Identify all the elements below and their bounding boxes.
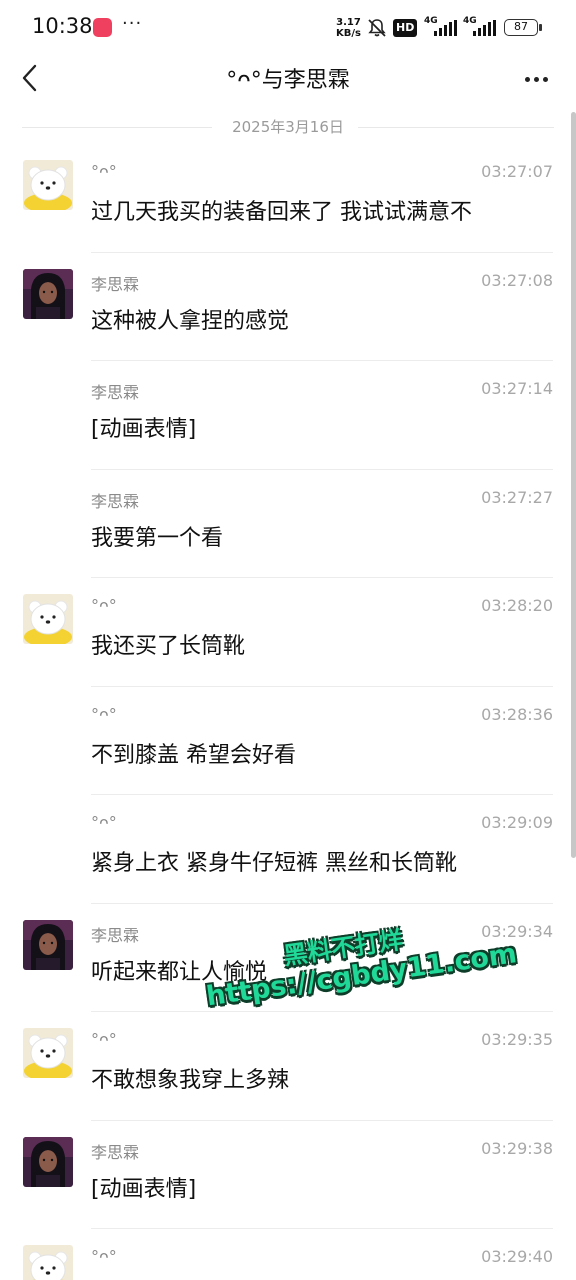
sender-name: 李思霖 <box>91 383 140 402</box>
message-row[interactable]: 李思霖 03:27:08 这种被人拿捏的感觉 <box>0 253 576 361</box>
message-text[interactable]: 听起来都让人愉悦 <box>91 954 267 986</box>
avatar[interactable] <box>23 160 73 210</box>
sender-name: 李思霖 <box>91 491 140 511</box>
sender-name: °ᴖ° <box>91 813 117 832</box>
message-row[interactable]: 李思霖 03:29:34 听起来都让人愉悦 <box>0 904 576 1012</box>
signal-icon: 4G <box>424 16 462 38</box>
avatar[interactable] <box>23 919 73 970</box>
message-row[interactable]: °ᴖ° 03:28:36 不到膝盖 希望会好看 <box>0 687 576 795</box>
message-list[interactable]: °ᴖ° 03:27:07 过几天我买的装备回来了 我试试满意不 李思霖 03:27:0… <box>0 144 576 1280</box>
message-time: 03:29:09 <box>481 813 553 832</box>
message-text[interactable]: 不敢想象我穿上多辣 <box>91 1062 289 1094</box>
sender-name: °ᴖ° <box>91 596 117 615</box>
message-time: 03:29:34 <box>481 921 553 941</box>
message-row[interactable]: °ᴖ° 03:29:35 不敢想象我穿上多辣 <box>0 1012 576 1121</box>
message-time: 03:29:38 <box>481 1138 553 1158</box>
status-time: 10:38 <box>32 14 93 38</box>
message-row[interactable]: °ᴖ° 03:27:07 过几天我买的装备回来了 我试试满意不 <box>0 144 576 253</box>
signal-icon-2: 4G <box>463 16 501 38</box>
message-row[interactable]: °ᴖ° 03:29:40 <box>0 1229 576 1280</box>
battery-icon: 87 <box>504 19 542 36</box>
message-time: 03:28:20 <box>481 596 553 615</box>
sender-name: °ᴖ° <box>91 162 117 181</box>
hd-badge: HD <box>393 19 418 37</box>
network-speed-value: 3.17 <box>336 17 361 28</box>
more-horizontal-icon <box>524 76 530 82</box>
message-text[interactable]: 我要第一个看 <box>91 520 223 552</box>
message-text[interactable]: 过几天我买的装备回来了 我试试满意不 <box>91 194 472 226</box>
avatar[interactable] <box>23 1028 73 1078</box>
message-time: 03:27:14 <box>481 379 553 398</box>
message-text[interactable]: 这种被人拿捏的感觉 <box>91 303 289 335</box>
sender-name: 李思霖 <box>91 274 140 294</box>
network-speed-unit: KB/s <box>336 28 361 39</box>
battery-level: 87 <box>514 20 528 33</box>
message-time: 03:29:40 <box>481 1247 553 1266</box>
network-speed: 3.17 KB/s <box>336 17 361 39</box>
sender-name: °ᴖ° <box>91 704 117 724</box>
message-text[interactable]: 我还买了长筒靴 <box>91 628 245 660</box>
message-time: 03:29:35 <box>481 1030 553 1049</box>
sender-name: 李思霖 <box>91 925 140 945</box>
status-more-icon: ··· <box>122 13 143 34</box>
message-text[interactable]: [动画表情] <box>91 1171 196 1203</box>
page-title: °ᴖ°与李思霖 <box>226 68 350 93</box>
message-time: 03:28:36 <box>481 704 553 724</box>
message-time: 03:27:27 <box>481 487 553 507</box>
message-text[interactable]: [动画表情] <box>91 411 196 443</box>
app-notification-icon <box>93 18 112 37</box>
message-row[interactable]: 李思霖 03:29:38 [动画表情] <box>0 1121 576 1229</box>
sender-name: °ᴖ° <box>91 1247 117 1266</box>
sender-name: °ᴖ° <box>91 1030 117 1049</box>
sender-name: 李思霖 <box>91 1142 140 1162</box>
scrollbar[interactable] <box>571 112 576 858</box>
message-time: 03:27:08 <box>481 270 553 290</box>
message-text[interactable]: 紧身上衣 紧身牛仔短裤 黑丝和长筒靴 <box>91 845 457 877</box>
message-row[interactable]: °ᴖ° 03:29:09 紧身上衣 紧身牛仔短裤 黑丝和长筒靴 <box>0 795 576 904</box>
avatar[interactable] <box>23 594 73 644</box>
avatar[interactable] <box>23 1245 73 1280</box>
message-row[interactable]: 李思霖 03:27:14 [动画表情] <box>0 361 576 470</box>
status-bar: 10:38 ··· 3.17 KB/s HD 4G 4G 87 <box>0 0 576 56</box>
message-time: 03:27:07 <box>481 162 553 181</box>
avatar[interactable] <box>23 1136 73 1187</box>
chat-header: °ᴖ°与李思霖 <box>0 56 576 100</box>
avatar[interactable] <box>23 268 73 319</box>
more-button[interactable] <box>518 64 554 94</box>
message-row[interactable]: °ᴖ° 03:28:20 我还买了长筒靴 <box>0 578 576 687</box>
date-divider: 2025年3月16日 <box>22 116 554 138</box>
message-row[interactable]: 李思霖 03:27:27 我要第一个看 <box>0 470 576 578</box>
message-text[interactable]: 不到膝盖 希望会好看 <box>91 737 296 769</box>
bell-muted-icon <box>368 19 386 37</box>
